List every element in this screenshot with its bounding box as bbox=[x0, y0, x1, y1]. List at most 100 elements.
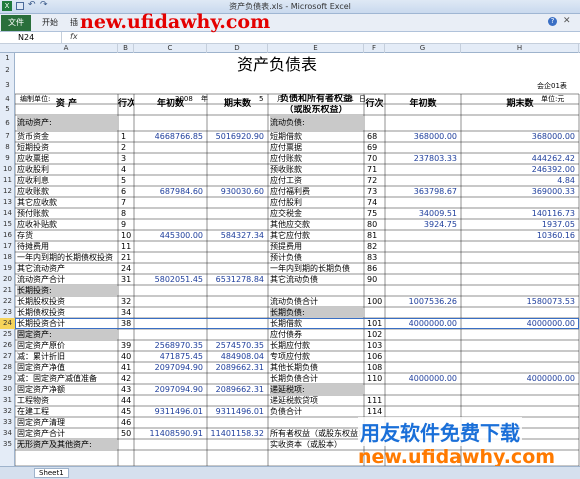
asset-lineno[interactable]: 43 bbox=[121, 384, 133, 395]
liab-begin[interactable] bbox=[387, 285, 457, 296]
asset-begin[interactable] bbox=[136, 417, 203, 428]
liab-end[interactable] bbox=[463, 263, 575, 274]
row-header[interactable]: 28 bbox=[0, 362, 15, 373]
liab-begin[interactable]: 3924.75 bbox=[387, 219, 457, 230]
liab-name[interactable]: 一年内到期的长期负债 bbox=[270, 263, 363, 274]
asset-begin[interactable]: 9311496.01 bbox=[136, 406, 203, 417]
asset-end[interactable] bbox=[209, 197, 264, 208]
liab-begin[interactable]: 368000.00 bbox=[387, 131, 457, 142]
header-asset[interactable]: 资 产 bbox=[15, 94, 118, 115]
asset-begin[interactable]: 471875.45 bbox=[136, 351, 203, 362]
asset-name[interactable]: 固定资产: bbox=[17, 329, 117, 340]
asset-begin[interactable] bbox=[136, 175, 203, 186]
asset-end[interactable] bbox=[209, 307, 264, 318]
asset-begin[interactable]: 2097094.90 bbox=[136, 362, 203, 373]
asset-lineno[interactable]: 50 bbox=[121, 428, 133, 439]
liab-name[interactable]: 预提费用 bbox=[270, 241, 363, 252]
asset-name[interactable]: 长期债权投资 bbox=[17, 307, 117, 318]
asset-name[interactable]: 应收票据 bbox=[17, 153, 117, 164]
asset-end[interactable]: 2089662.31 bbox=[209, 362, 264, 373]
asset-end[interactable]: 2089662.31 bbox=[209, 384, 264, 395]
asset-end[interactable] bbox=[209, 115, 264, 131]
liab-begin[interactable] bbox=[387, 274, 457, 285]
liab-lineno[interactable] bbox=[367, 384, 384, 395]
liab-begin[interactable] bbox=[387, 263, 457, 274]
liab-lineno[interactable]: 114 bbox=[367, 406, 384, 417]
header-end2[interactable]: 期末数 bbox=[461, 94, 579, 115]
liab-lineno[interactable]: 80 bbox=[367, 219, 384, 230]
row-header[interactable]: 6 bbox=[0, 115, 15, 131]
liab-begin[interactable]: 4000000.00 bbox=[387, 318, 457, 329]
row-header[interactable]: 22 bbox=[0, 296, 15, 307]
liab-lineno[interactable]: 101 bbox=[367, 318, 384, 329]
row-header[interactable]: 3 bbox=[0, 77, 15, 94]
asset-lineno[interactable]: 44 bbox=[121, 395, 133, 406]
asset-end[interactable] bbox=[209, 285, 264, 296]
column-header[interactable]: E bbox=[268, 44, 364, 53]
asset-name[interactable]: 固定资产净额 bbox=[17, 384, 117, 395]
asset-name[interactable]: 流动资产: bbox=[17, 115, 117, 131]
header-begin2[interactable]: 年初数 bbox=[385, 94, 461, 115]
liab-lineno[interactable]: 72 bbox=[367, 175, 384, 186]
name-box[interactable]: N24 bbox=[2, 32, 62, 44]
liab-name[interactable]: 应付票据 bbox=[270, 142, 363, 153]
liab-name[interactable]: 其它流动负债 bbox=[270, 274, 363, 285]
row-header[interactable]: 34 bbox=[0, 428, 15, 439]
liab-begin[interactable] bbox=[387, 362, 457, 373]
row-header[interactable]: 12 bbox=[0, 186, 15, 197]
liab-begin[interactable]: 363798.67 bbox=[387, 186, 457, 197]
asset-end[interactable] bbox=[209, 219, 264, 230]
asset-begin[interactable]: 2097094.90 bbox=[136, 384, 203, 395]
asset-lineno[interactable] bbox=[121, 285, 133, 296]
header-lineno2[interactable]: 行次 bbox=[364, 94, 385, 115]
asset-end[interactable] bbox=[209, 252, 264, 263]
liab-lineno[interactable]: 73 bbox=[367, 186, 384, 197]
row-header[interactable]: 2 bbox=[0, 63, 15, 77]
liab-lineno[interactable]: 86 bbox=[367, 263, 384, 274]
liab-begin[interactable] bbox=[387, 384, 457, 395]
asset-begin[interactable]: 11408590.91 bbox=[136, 428, 203, 439]
asset-end[interactable] bbox=[209, 142, 264, 153]
asset-begin[interactable] bbox=[136, 307, 203, 318]
column-header[interactable]: C bbox=[134, 44, 207, 53]
liab-name[interactable]: 其他应交款 bbox=[270, 219, 363, 230]
row-header[interactable]: 29 bbox=[0, 373, 15, 384]
liab-name[interactable]: 短期借款 bbox=[270, 131, 363, 142]
liab-end[interactable]: 1937.05 bbox=[463, 219, 575, 230]
asset-lineno[interactable]: 34 bbox=[121, 307, 133, 318]
asset-name[interactable]: 工程物资 bbox=[17, 395, 117, 406]
asset-begin[interactable] bbox=[136, 164, 203, 175]
asset-lineno[interactable]: 32 bbox=[121, 296, 133, 307]
liab-lineno[interactable]: 69 bbox=[367, 142, 384, 153]
asset-end[interactable] bbox=[209, 395, 264, 406]
row-header[interactable]: 24 bbox=[0, 318, 15, 329]
liab-begin[interactable] bbox=[387, 329, 457, 340]
asset-name[interactable]: 应收账款 bbox=[17, 186, 117, 197]
asset-begin[interactable] bbox=[136, 318, 203, 329]
liab-name[interactable]: 实收资本（或股本） bbox=[270, 439, 363, 450]
asset-begin[interactable] bbox=[136, 296, 203, 307]
liab-name[interactable]: 应交税金 bbox=[270, 208, 363, 219]
asset-end[interactable]: 584327.34 bbox=[209, 230, 264, 241]
row-header[interactable]: 1 bbox=[0, 53, 15, 63]
row-header[interactable]: 11 bbox=[0, 175, 15, 186]
row-header[interactable]: 16 bbox=[0, 230, 15, 241]
liab-end[interactable] bbox=[463, 395, 575, 406]
liab-begin[interactable] bbox=[387, 307, 457, 318]
liab-end[interactable] bbox=[463, 362, 575, 373]
formula-input[interactable] bbox=[84, 33, 578, 43]
liab-lineno[interactable]: 90 bbox=[367, 274, 384, 285]
liab-end[interactable] bbox=[463, 384, 575, 395]
row-header[interactable]: 19 bbox=[0, 263, 15, 274]
liab-begin[interactable]: 1007536.26 bbox=[387, 296, 457, 307]
asset-begin[interactable] bbox=[136, 373, 203, 384]
row-header[interactable]: 4 bbox=[0, 94, 15, 104]
liab-lineno[interactable]: 81 bbox=[367, 230, 384, 241]
asset-begin[interactable] bbox=[136, 252, 203, 263]
asset-begin[interactable]: 5802051.45 bbox=[136, 274, 203, 285]
liab-begin[interactable] bbox=[387, 175, 457, 186]
liab-name[interactable]: 负债合计 bbox=[270, 406, 363, 417]
asset-lineno[interactable]: 9 bbox=[121, 219, 133, 230]
asset-end[interactable] bbox=[209, 417, 264, 428]
function-icon[interactable]: fx bbox=[70, 32, 78, 41]
